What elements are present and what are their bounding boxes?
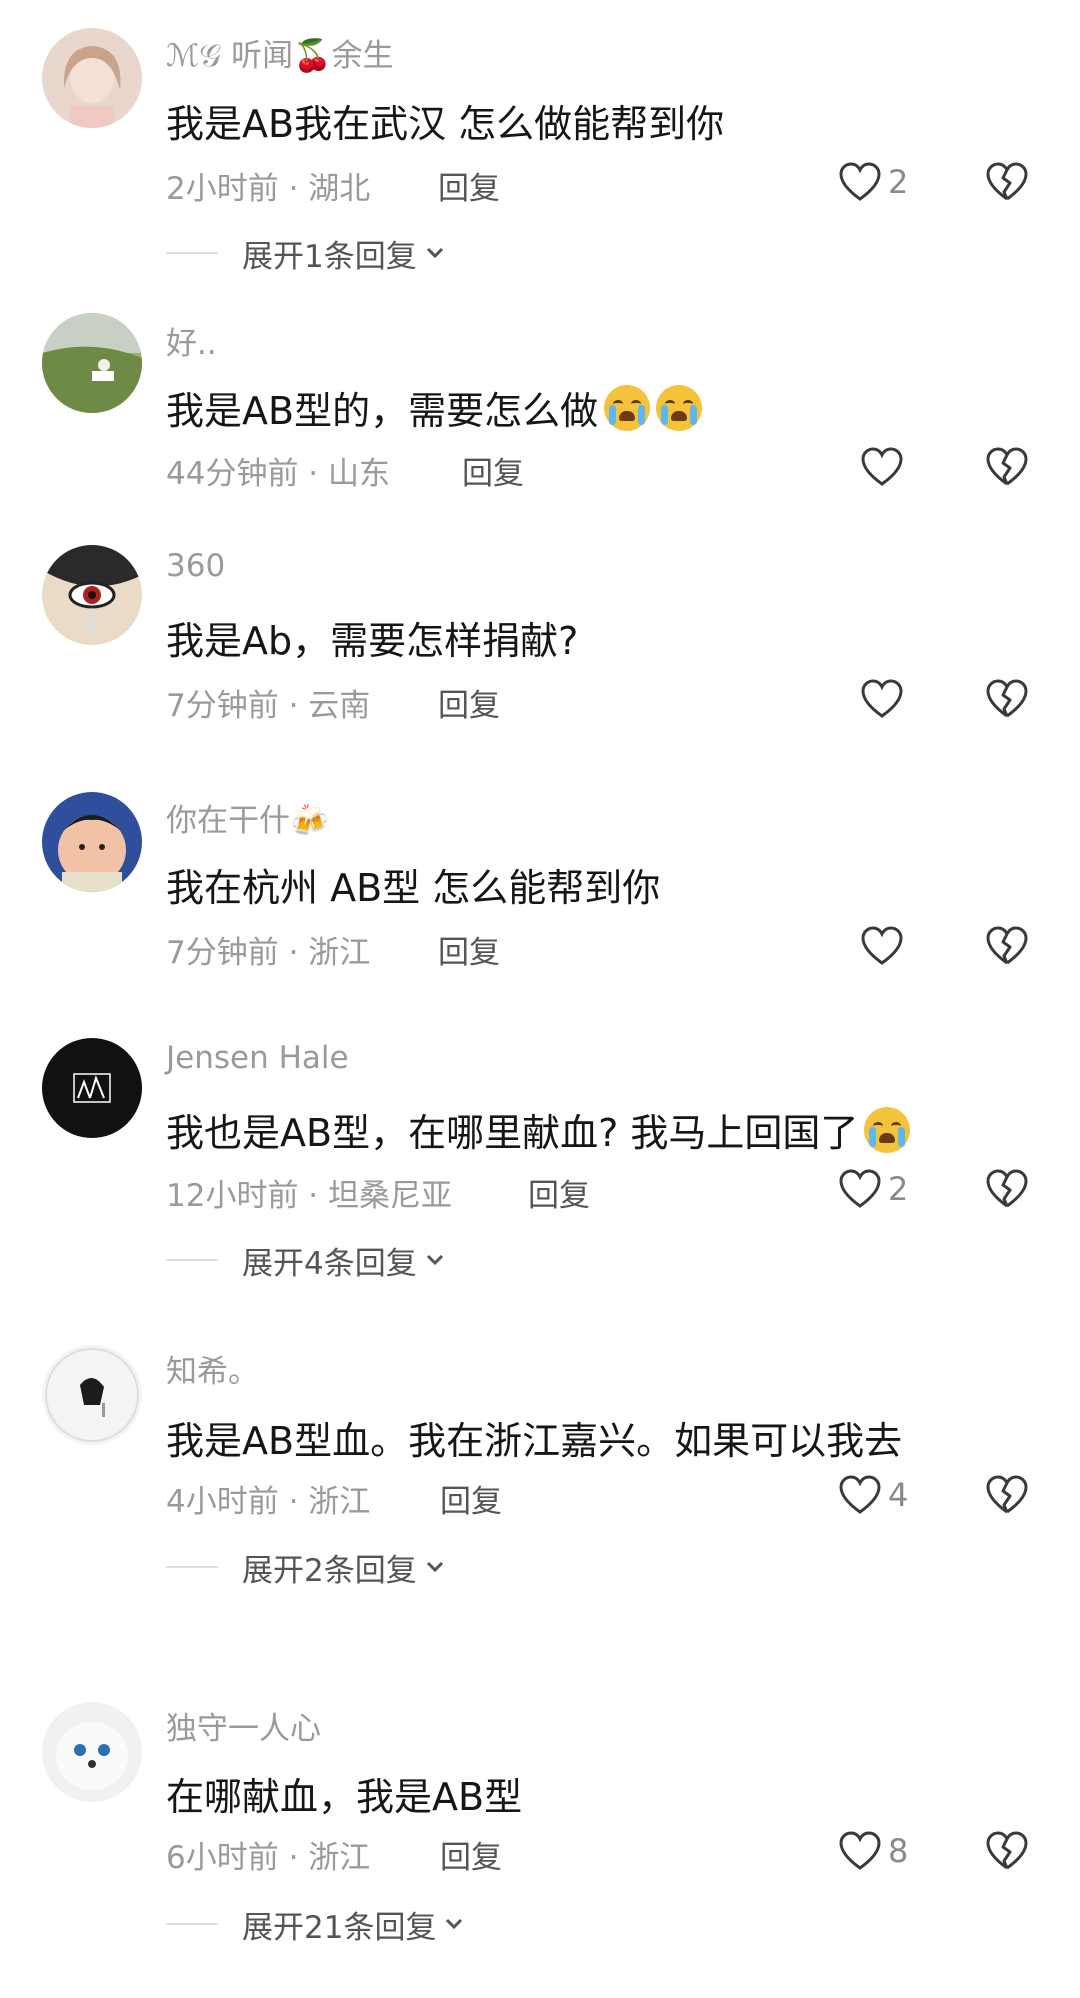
heart-icon	[861, 926, 903, 965]
avatar[interactable]	[42, 545, 142, 645]
chevron-down-icon	[446, 1918, 463, 1930]
comment-text: 在哪献血，我是AB型	[166, 1775, 523, 1819]
username[interactable]: 360	[166, 548, 225, 584]
username[interactable]: Jensen Hale	[166, 1040, 349, 1076]
like-button[interactable]	[860, 443, 904, 491]
reply-button[interactable]: 回复	[438, 927, 500, 972]
heart-icon	[861, 447, 903, 486]
dislike-button[interactable]	[985, 1168, 1029, 1210]
like-count: 2	[888, 1170, 909, 1208]
crying-face-emoji	[864, 1107, 911, 1153]
crying-face-emoji	[656, 385, 703, 431]
expand-replies-button[interactable]: 展开2条回复	[166, 1547, 445, 1589]
heart-icon	[839, 1169, 881, 1208]
avatar[interactable]	[42, 313, 142, 413]
comment-text: 我是AB我在武汉 怎么做能帮到你	[166, 102, 725, 146]
dislike-button[interactable]	[985, 925, 1029, 967]
like-button[interactable]: 4	[838, 1471, 908, 1519]
username[interactable]: 知希。	[166, 1346, 259, 1391]
avatar[interactable]	[42, 792, 142, 892]
like-button[interactable]: 2	[838, 158, 908, 206]
expand-replies-label: 展开1条回复	[242, 238, 417, 275]
expand-replies-button[interactable]: 展开21条回复	[166, 1904, 464, 1946]
dislike-button[interactable]	[985, 678, 1029, 720]
broken-heart-icon	[986, 1831, 1028, 1870]
expand-replies-button[interactable]: 展开1条回复	[166, 233, 445, 275]
comment-text: 我是Ab，需要怎样捐献?	[166, 619, 579, 663]
comment-text: 我在杭州 AB型 怎么能帮到你	[166, 866, 661, 910]
username[interactable]: 你在干什🍻	[166, 795, 329, 840]
like-button[interactable]	[860, 675, 904, 723]
comment-meta: 2小时前 · 湖北	[166, 171, 371, 207]
reply-button[interactable]: 回复	[440, 1832, 502, 1877]
divider-line	[166, 1923, 218, 1925]
username[interactable]: ℳ𝒢 听闻🍒余生	[166, 30, 394, 75]
broken-heart-icon	[986, 926, 1028, 965]
broken-heart-icon	[986, 1475, 1028, 1514]
comment-meta: 12小时前 · 坦桑尼亚	[166, 1178, 453, 1214]
broken-heart-icon	[986, 1169, 1028, 1208]
comment-meta: 7分钟前 · 浙江	[166, 935, 371, 971]
chevron-down-icon	[426, 1254, 443, 1266]
comment-meta: 7分钟前 · 云南	[166, 688, 371, 724]
expand-replies-button[interactable]: 展开4条回复	[166, 1240, 445, 1282]
divider-line	[166, 1566, 218, 1568]
chevron-down-icon	[426, 1561, 443, 1573]
heart-icon	[839, 1831, 881, 1870]
username[interactable]: 独守一人心	[166, 1703, 321, 1748]
expand-replies-label: 展开21条回复	[242, 1909, 437, 1946]
heart-icon	[861, 679, 903, 718]
comment-text-content: 我是AB型的，需要怎么做	[166, 389, 599, 433]
expand-replies-label: 展开4条回复	[242, 1245, 417, 1282]
dislike-button[interactable]	[985, 446, 1029, 488]
like-count: 4	[888, 1476, 909, 1514]
reply-button[interactable]: 回复	[438, 680, 500, 725]
chevron-down-icon	[426, 247, 443, 259]
reply-button[interactable]: 回复	[462, 448, 524, 493]
avatar[interactable]	[42, 28, 142, 128]
comment-text-content: 我也是AB型，在哪里献血? 我马上回国了	[166, 1111, 859, 1155]
username[interactable]: 好..	[166, 318, 217, 363]
dislike-button[interactable]	[985, 1474, 1029, 1516]
heart-icon	[839, 162, 881, 201]
dislike-button[interactable]	[985, 1830, 1029, 1872]
avatar[interactable]	[42, 1702, 142, 1802]
broken-heart-icon	[986, 447, 1028, 486]
reply-button[interactable]: 回复	[528, 1170, 590, 1215]
expand-replies-label: 展开2条回复	[242, 1552, 417, 1589]
divider-line	[166, 252, 218, 254]
broken-heart-icon	[986, 679, 1028, 718]
comment-meta: 4小时前 · 浙江	[166, 1484, 371, 1520]
like-count: 2	[888, 163, 909, 201]
comment-meta: 44分钟前 · 山东	[166, 456, 391, 492]
dislike-button[interactable]	[985, 161, 1029, 203]
heart-icon	[839, 1475, 881, 1514]
comment-meta: 6小时前 · 浙江	[166, 1840, 371, 1876]
like-button[interactable]: 2	[838, 1165, 908, 1213]
avatar[interactable]	[42, 1038, 142, 1138]
like-button[interactable]: 8	[838, 1827, 908, 1875]
reply-button[interactable]: 回复	[440, 1476, 502, 1521]
reply-button[interactable]: 回复	[438, 163, 500, 208]
avatar[interactable]	[42, 1345, 142, 1445]
like-button[interactable]	[860, 922, 904, 970]
like-count: 8	[888, 1832, 909, 1870]
comment-text: 我是AB型血。我在浙江嘉兴。如果可以我去	[166, 1419, 903, 1463]
comment-text: 我是AB型的，需要怎么做	[166, 380, 703, 435]
comment-text: 我也是AB型，在哪里献血? 我马上回国了	[166, 1102, 911, 1157]
divider-line	[166, 1259, 218, 1261]
crying-face-emoji	[604, 385, 651, 431]
broken-heart-icon	[986, 162, 1028, 201]
